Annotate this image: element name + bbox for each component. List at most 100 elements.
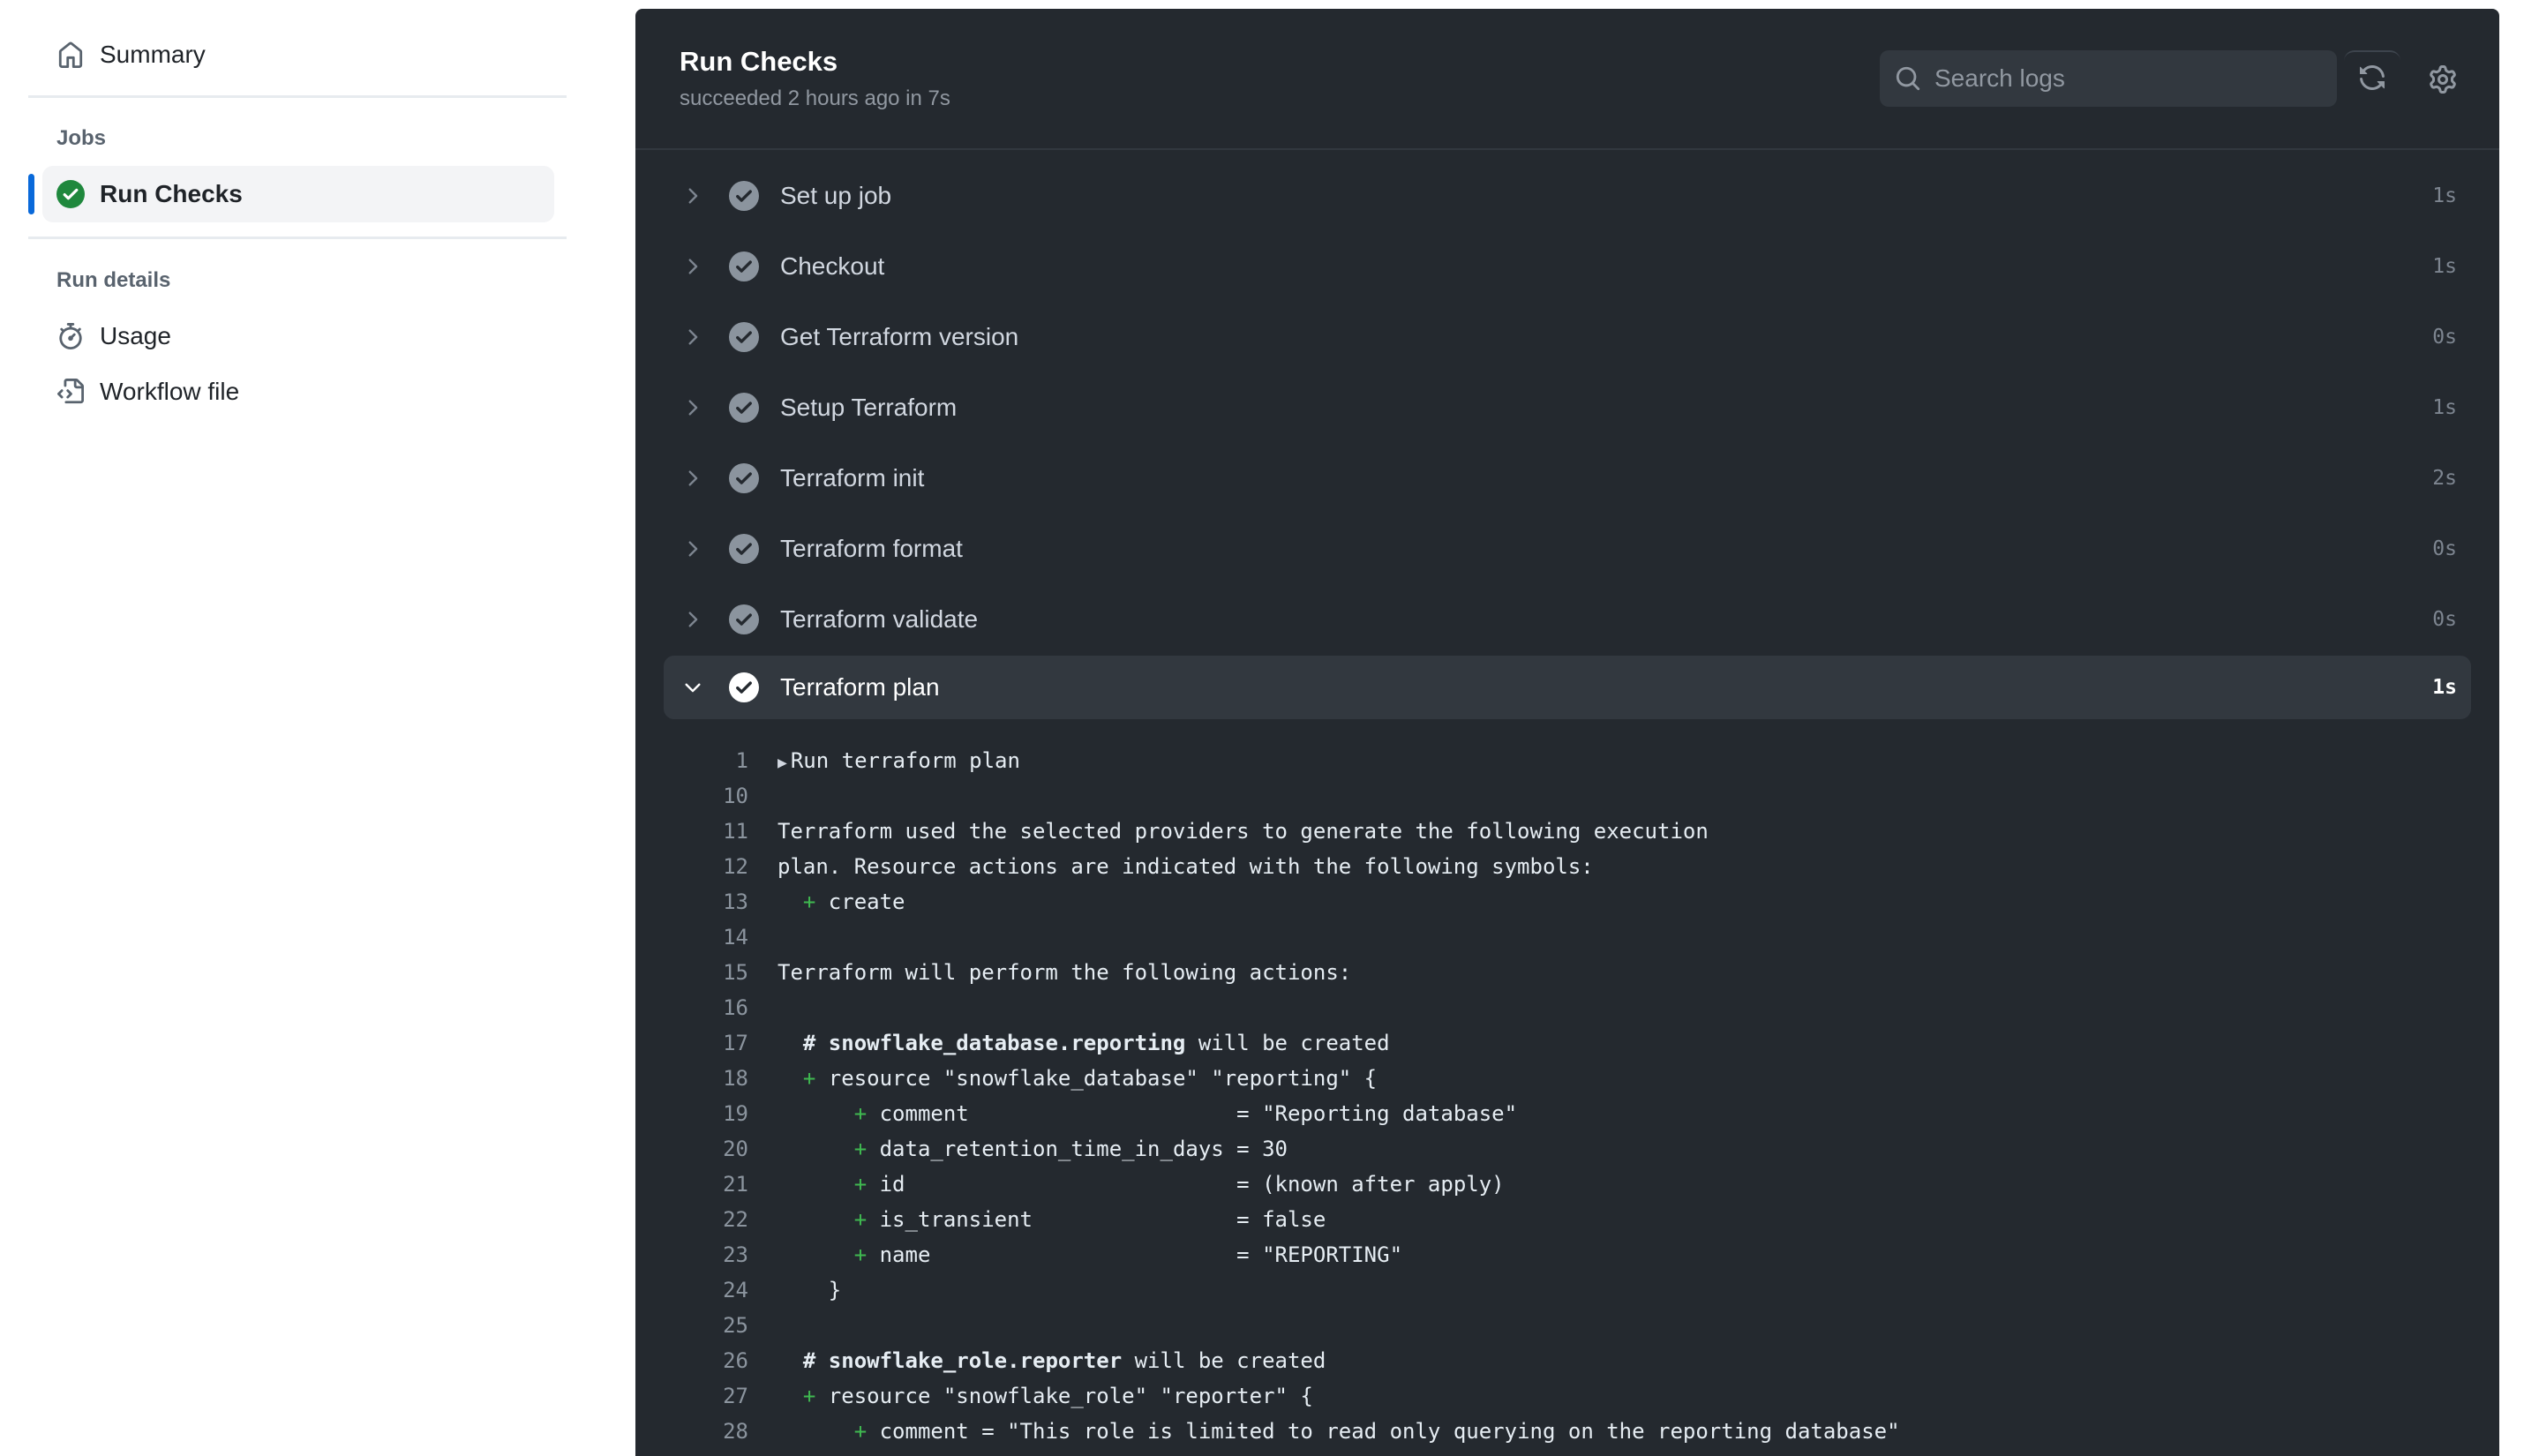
run-details-heading: Run details (56, 268, 171, 292)
step-name: Terraform format (780, 535, 963, 562)
log-text: + name = "REPORTING" (777, 1242, 1402, 1267)
check-circle-fill-icon (729, 463, 759, 493)
line-number[interactable]: 10 (635, 784, 748, 808)
chevron-right-icon[interactable] (680, 465, 706, 492)
plus-symbol: + (853, 1172, 868, 1197)
search-logs-field[interactable] (1880, 50, 2337, 107)
job-title: Run Checks (680, 46, 838, 77)
line-number[interactable]: 25 (635, 1313, 748, 1338)
line-number[interactable]: 21 (635, 1172, 748, 1197)
line-number[interactable]: 16 (635, 995, 748, 1020)
line-number[interactable]: 20 (635, 1137, 748, 1161)
log-line: 28 + comment = "This role is limited to … (635, 1414, 2499, 1449)
settings-button[interactable] (2415, 53, 2471, 109)
gear-icon (2429, 64, 2457, 98)
chevron-right-icon[interactable] (680, 394, 706, 421)
log-segment: plan. Resource actions are indicated wit… (777, 854, 1594, 879)
log-segment (777, 1066, 803, 1091)
chevron-right-icon[interactable] (680, 606, 706, 633)
log-segment: name = "REPORTING" (867, 1242, 1403, 1267)
step-row[interactable]: Terraform format 0s (664, 517, 2471, 581)
step-name: Get Terraform version (780, 323, 1019, 350)
stopwatch-icon (56, 322, 85, 350)
step-duration: 1s (2432, 255, 2457, 278)
sidebar-item-summary[interactable]: Summary (42, 26, 554, 83)
log-text: plan. Resource actions are indicated wit… (777, 854, 1594, 879)
log-segment: comment = "This role is limited to read … (867, 1419, 1900, 1444)
log-text: # snowflake_database.reporting will be c… (777, 1031, 1390, 1055)
log-text: + id = (known after apply) (777, 1172, 1505, 1197)
check-circle-fill-icon (729, 534, 759, 564)
step-row[interactable]: Setup Terraform 1s (664, 376, 2471, 439)
line-number[interactable]: 12 (635, 854, 748, 879)
step-row[interactable]: Checkout 1s (664, 235, 2471, 298)
log-line: 16 (635, 990, 2499, 1025)
step-row[interactable]: Terraform validate 0s (664, 588, 2471, 651)
step-row[interactable]: Get Terraform version 0s (664, 305, 2471, 369)
log-line: 12 plan. Resource actions are indicated w… (635, 849, 2499, 884)
plus-symbol: + (802, 889, 816, 914)
step-name: Setup Terraform (780, 394, 958, 421)
line-number[interactable]: 15 (635, 960, 748, 985)
chevron-down-icon[interactable] (680, 674, 706, 701)
line-number[interactable]: 27 (635, 1384, 748, 1408)
sidebar-item-workflow-file[interactable]: Workflow file (42, 364, 554, 420)
search-icon (1892, 63, 1924, 94)
job-status-text: succeeded 2 hours ago in 7s (680, 86, 950, 110)
log-line: 27 + resource "snowflake_role" "reporter… (635, 1378, 2499, 1414)
line-number[interactable]: 26 (635, 1348, 748, 1373)
expand-group-icon[interactable]: ▶ (777, 754, 787, 772)
log-text: Terraform used the selected providers to… (777, 819, 1709, 844)
log-segment (777, 1384, 803, 1408)
log-text: ▶ Run terraform plan (777, 748, 1020, 773)
log-line: 17 # snowflake_database.reporting will b… (635, 1025, 2499, 1061)
log-line: 19 + comment = "Reporting database" (635, 1096, 2499, 1131)
line-number[interactable]: 19 (635, 1101, 748, 1126)
check-circle-fill-icon (729, 322, 759, 352)
line-number[interactable]: 22 (635, 1207, 748, 1232)
step-row[interactable]: Terraform init 2s (664, 447, 2471, 510)
line-number[interactable]: 24 (635, 1278, 748, 1302)
log-line: 23 + name = "REPORTING" (635, 1237, 2499, 1272)
log-segment (777, 1137, 854, 1161)
job-header: Run Checks succeeded 2 hours ago in 7s (635, 9, 2499, 150)
log-text: + is_transient = false (777, 1207, 1326, 1232)
chevron-right-icon[interactable] (680, 536, 706, 562)
line-number[interactable]: 23 (635, 1242, 748, 1267)
line-number[interactable]: 14 (635, 925, 748, 949)
log-text: + comment = "Reporting database" (777, 1101, 1517, 1126)
jobs-heading: Jobs (56, 126, 107, 150)
line-number[interactable]: 11 (635, 819, 748, 844)
chevron-right-icon[interactable] (680, 324, 706, 350)
step-row[interactable]: Terraform plan 1s (664, 656, 2471, 719)
log-segment: resource "snowflake_database" "reporting… (815, 1066, 1378, 1091)
line-number[interactable]: 28 (635, 1419, 748, 1444)
step-row[interactable]: Set up job 1s (664, 164, 2471, 228)
log-text: + resource "snowflake_database" "reporti… (777, 1066, 1377, 1091)
line-number[interactable]: 18 (635, 1066, 748, 1091)
log-segment (777, 1419, 854, 1444)
log-line: 25 (635, 1308, 2499, 1343)
chevron-right-icon[interactable] (680, 253, 706, 280)
line-number[interactable]: 17 (635, 1031, 748, 1055)
sidebar-item-label: Run Checks (100, 180, 243, 207)
check-circle-fill-icon (729, 393, 759, 423)
refresh-button[interactable] (2344, 50, 2400, 107)
sidebar-item-run-checks[interactable]: Run Checks (42, 166, 554, 222)
log-text: + create (777, 889, 905, 914)
log-group-title[interactable]: Run terraform plan (791, 748, 1020, 773)
log-segment: will be created (1185, 1031, 1390, 1055)
log-segment (777, 889, 803, 914)
file-code-icon (56, 378, 85, 406)
sidebar-item-usage[interactable]: Usage (42, 308, 554, 364)
search-logs-input[interactable] (1934, 64, 2305, 93)
log-segment (777, 1242, 854, 1267)
log-segment: data_retention_time_in_days = 30 (867, 1137, 1288, 1161)
line-number[interactable]: 1 (635, 748, 748, 773)
plus-symbol: + (853, 1242, 868, 1267)
sidebar-item-label: Usage (100, 322, 171, 349)
chevron-right-icon[interactable] (680, 183, 706, 209)
log-line: 15 Terraform will perform the following a… (635, 955, 2499, 990)
line-number[interactable]: 13 (635, 889, 748, 914)
sidebar-item-label: Summary (100, 41, 206, 68)
